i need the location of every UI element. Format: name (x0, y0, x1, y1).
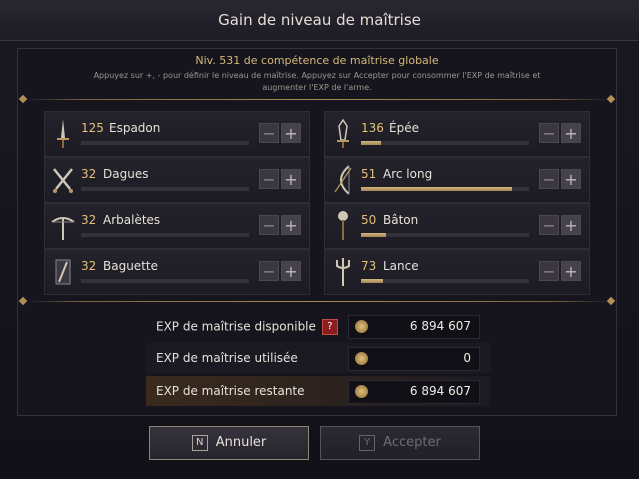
weapon-name: Arc long (383, 167, 433, 181)
wand-icon (55, 259, 71, 285)
weapon-name: Épée (389, 121, 419, 135)
accept-button[interactable]: Y Accepter (320, 426, 480, 460)
weapon-progress (361, 233, 529, 237)
weapon-card-dagues: 32 Dagues − + (44, 157, 310, 203)
weapon-progress (361, 279, 529, 283)
cancel-button-label: Annuler (215, 435, 267, 450)
weapon-name: Baguette (103, 259, 158, 273)
weapon-name: Bâton (383, 213, 419, 227)
weapon-level: 32 (81, 213, 97, 227)
mastery-panel: Niv. 531 de compétence de maîtrise globa… (17, 48, 617, 416)
weapon-card-arbaletes: 32 Arbalètes − + (44, 203, 310, 249)
exp-available-value: 6 894 607 (409, 319, 471, 333)
global-mastery-level: Niv. 531 de compétence de maîtrise globa… (195, 54, 439, 67)
bottom-divider (23, 301, 611, 302)
weapon-progress (81, 279, 249, 283)
top-divider (23, 99, 611, 100)
increase-button[interactable]: + (281, 123, 301, 143)
sword-icon (337, 118, 349, 148)
exp-remaining-label: EXP de maîtrise restante (156, 384, 305, 398)
increase-button[interactable]: + (281, 169, 301, 189)
staff-icon (338, 211, 348, 240)
weapon-progress (361, 187, 529, 191)
greatsword-icon (57, 119, 69, 148)
weapon-level: 136 (361, 121, 384, 135)
increase-button[interactable]: + (281, 261, 301, 281)
decrease-button[interactable]: − (539, 215, 559, 235)
panel-header: Niv. 531 de compétence de maîtrise globa… (18, 49, 616, 99)
increase-button[interactable]: + (561, 261, 581, 281)
mastery-coin-icon (355, 352, 368, 365)
weapon-level: 73 (361, 259, 377, 273)
decrease-button[interactable]: − (259, 123, 279, 143)
dialog-title: Gain de niveau de maîtrise (0, 0, 639, 41)
increase-button[interactable]: + (561, 123, 581, 143)
weapon-progress (81, 187, 249, 191)
increase-button[interactable]: + (281, 215, 301, 235)
spear-icon (336, 258, 350, 286)
weapon-progress-fill (361, 187, 513, 191)
weapon-progress-fill (361, 279, 383, 283)
weapon-progress (81, 141, 249, 145)
exp-used-value: 0 (463, 351, 471, 365)
weapon-card-arc-long: 51 Arc long − + (324, 157, 590, 203)
weapon-name: Espadon (109, 121, 161, 135)
key-hint-n: N (191, 434, 208, 451)
decrease-button[interactable]: − (259, 169, 279, 189)
exp-used-row: EXP de maîtrise utilisée 0 (146, 343, 491, 373)
help-icon[interactable]: ? (321, 319, 338, 335)
exp-remaining-value: 6 894 607 (409, 384, 471, 398)
weapon-level: 125 (81, 121, 104, 135)
weapon-progress-fill (361, 233, 387, 237)
mastery-coin-icon (355, 320, 368, 333)
weapon-card-baguette: 32 Baguette − + (44, 249, 310, 295)
weapon-progress (361, 141, 529, 145)
instructions-text: Appuyez sur +, - pour définir le niveau … (93, 71, 541, 92)
crossbow-icon (51, 217, 75, 240)
exp-remaining-box: 6 894 607 (348, 380, 480, 404)
increase-button[interactable]: + (561, 215, 581, 235)
decrease-button[interactable]: − (259, 261, 279, 281)
weapon-card-baton: 50 Bâton − + (324, 203, 590, 249)
weapon-level: 32 (81, 259, 97, 273)
accept-button-label: Accepter (383, 435, 441, 450)
exp-remaining-row: EXP de maîtrise restante 6 894 607 (146, 376, 491, 406)
weapon-level: 51 (361, 167, 377, 181)
exp-used-label: EXP de maîtrise utilisée (156, 351, 298, 365)
decrease-button[interactable]: − (539, 261, 559, 281)
longbow-icon (334, 165, 352, 195)
weapon-name: Arbalètes (103, 213, 161, 227)
exp-available-row: EXP de maîtrise disponible? 6 894 607 (146, 311, 491, 341)
decrease-button[interactable]: − (539, 169, 559, 189)
weapon-card-epee: 136 Épée − + (324, 111, 590, 157)
exp-available-label: EXP de maîtrise disponible? (156, 319, 338, 335)
cancel-button[interactable]: N Annuler (149, 426, 309, 460)
exp-available-box: 6 894 607 (348, 315, 480, 339)
increase-button[interactable]: + (561, 169, 581, 189)
decrease-button[interactable]: − (539, 123, 559, 143)
weapon-name: Dagues (103, 167, 149, 181)
daggers-icon (53, 168, 73, 193)
weapon-level: 32 (81, 167, 97, 181)
weapon-card-espadon: 125 Espadon − + (44, 111, 310, 157)
key-hint-y: Y (359, 434, 376, 451)
weapon-level: 50 (361, 213, 377, 227)
weapon-progress (81, 233, 249, 237)
exp-used-box: 0 (348, 347, 480, 371)
decrease-button[interactable]: − (259, 215, 279, 235)
weapon-card-lance: 73 Lance − + (324, 249, 590, 295)
weapon-progress-fill (361, 141, 382, 145)
mastery-coin-icon (355, 385, 368, 398)
weapon-name: Lance (383, 259, 419, 273)
